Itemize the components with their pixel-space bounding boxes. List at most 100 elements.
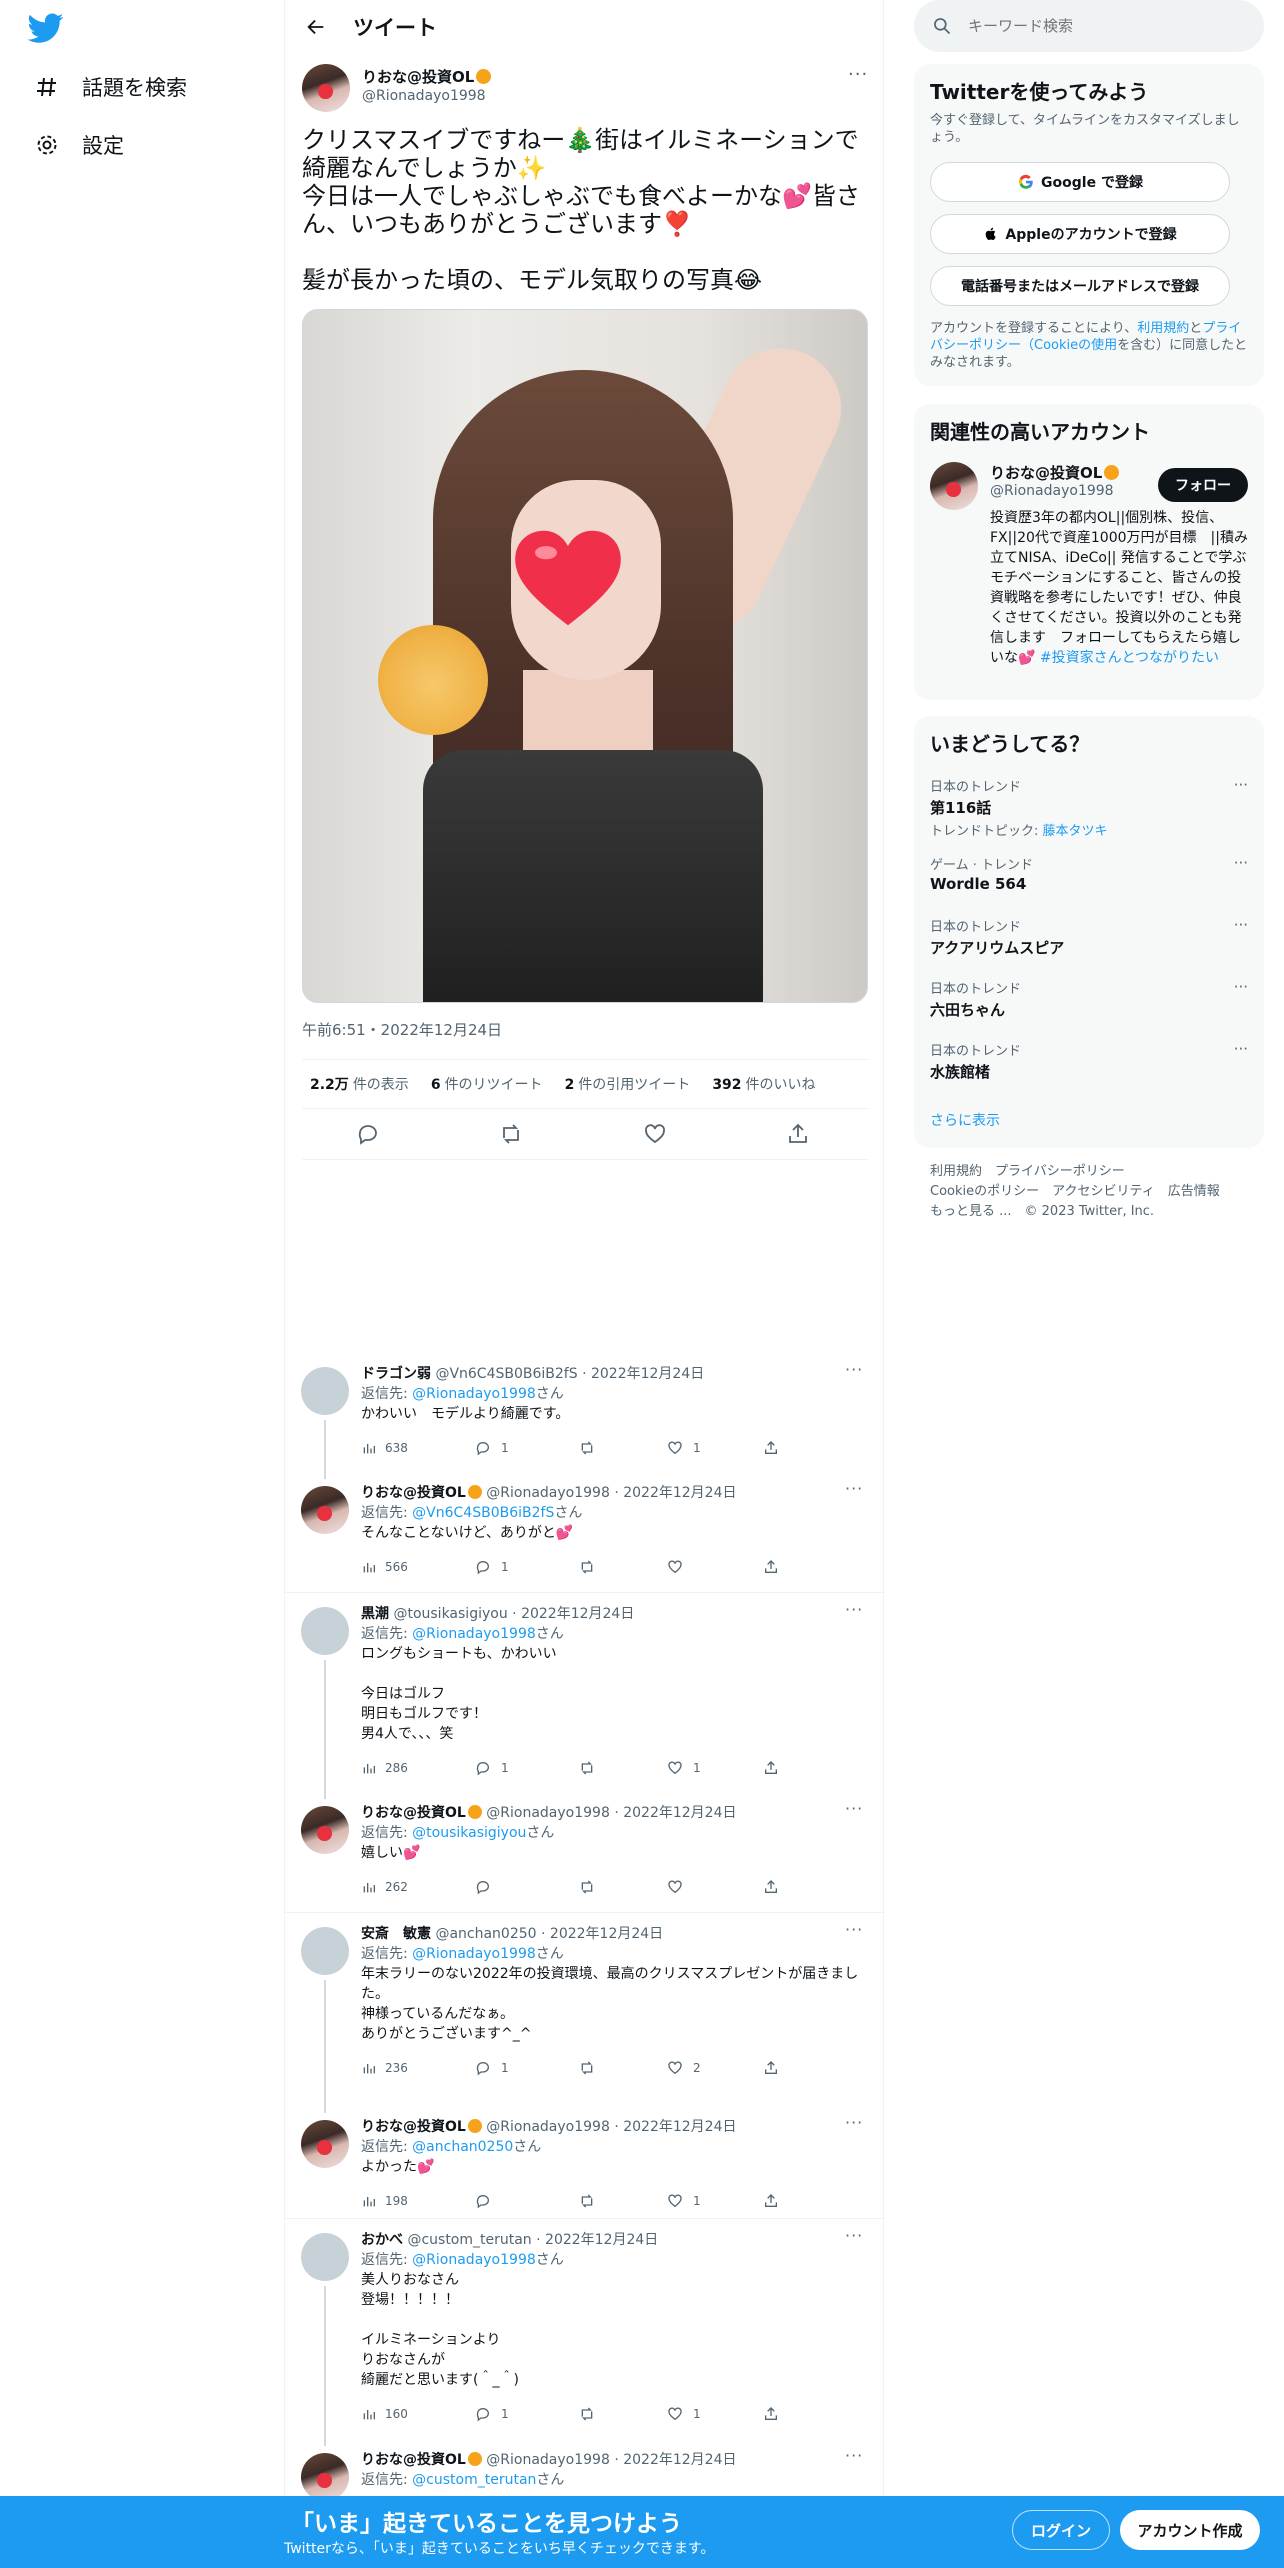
nav-explore[interactable]: 話題を検索 xyxy=(32,72,187,102)
trend-item[interactable]: 日本のトレンド アクアリウムスピア ··· xyxy=(930,916,1248,958)
twitter-logo-icon[interactable] xyxy=(27,10,70,46)
reply-icon[interactable] xyxy=(356,1122,380,1146)
more-options-icon[interactable]: ··· xyxy=(1234,1040,1248,1058)
like-action[interactable] xyxy=(667,1559,693,1575)
reply-date[interactable]: 2022年12月24日 xyxy=(545,2232,658,2248)
tweet-photo[interactable] xyxy=(302,309,868,1003)
reply-action[interactable]: 1 xyxy=(475,2060,509,2076)
more-options-icon[interactable]: ··· xyxy=(848,64,868,85)
retweet-action[interactable] xyxy=(579,2060,605,2076)
trend-item[interactable]: 日本のトレンド 水族館楮 ··· xyxy=(930,1040,1248,1082)
reply-action[interactable]: 1 xyxy=(475,1760,509,1776)
more-options-icon[interactable]: ··· xyxy=(845,2446,863,2465)
retweet-action[interactable] xyxy=(579,2406,605,2422)
reply-author-name[interactable]: りおな@投資OL xyxy=(361,2119,466,2135)
avatar[interactable] xyxy=(301,2120,349,2168)
phone-email-signup-button[interactable]: 電話番号またはメールアドレスで登録 xyxy=(930,266,1230,306)
retweet-action[interactable] xyxy=(579,1440,605,1456)
avatar[interactable] xyxy=(301,1367,349,1415)
reply-to-mention[interactable]: @custom_terutan xyxy=(412,2472,536,2488)
share-action[interactable] xyxy=(763,2193,779,2209)
reply-date[interactable]: 2022年12月24日 xyxy=(623,2119,736,2135)
reply-author-name[interactable]: りおな@投資OL xyxy=(361,2452,466,2468)
create-account-button[interactable]: アカウント作成 xyxy=(1120,2510,1260,2550)
like-action[interactable]: 1 xyxy=(667,2193,701,2209)
more-options-icon[interactable]: ··· xyxy=(845,2226,863,2245)
tweet-timestamp[interactable]: 午前6:51・2022年12月24日 xyxy=(302,1019,502,1040)
reply-author-handle[interactable]: @Rionadayo1998 xyxy=(486,1485,610,1501)
reply-to-mention[interactable]: @Rionadayo1998 xyxy=(412,1626,536,1642)
reply-author-name[interactable]: りおな@投資OL xyxy=(361,1485,466,1501)
reply-to-mention[interactable]: @anchan0250 xyxy=(412,2139,513,2155)
reply-author-handle[interactable]: @Rionadayo1998 xyxy=(486,2452,610,2468)
avatar[interactable] xyxy=(301,1927,349,1975)
avatar[interactable] xyxy=(302,64,350,112)
likes-stat[interactable]: 392 件のいいね xyxy=(708,1074,815,1094)
share-action[interactable] xyxy=(763,1760,779,1776)
reply-action[interactable]: 1 xyxy=(475,1559,509,1575)
login-button[interactable]: ログイン xyxy=(1012,2510,1110,2550)
views-action[interactable]: 160 xyxy=(361,2406,408,2422)
views-action[interactable]: 262 xyxy=(361,1879,408,1895)
show-more-link[interactable]: さらに表示 xyxy=(930,1110,1000,1130)
tweet-author[interactable]: りおな@投資OL @Rionadayo1998 xyxy=(362,66,492,104)
more-options-icon[interactable]: ··· xyxy=(845,1799,863,1818)
nav-settings[interactable]: 設定 xyxy=(32,130,124,160)
retweet-action[interactable] xyxy=(579,1879,605,1895)
retweet-icon[interactable] xyxy=(499,1122,523,1146)
more-options-icon[interactable]: ··· xyxy=(845,2113,863,2132)
like-action[interactable]: 1 xyxy=(667,1440,701,1456)
avatar[interactable] xyxy=(301,1607,349,1655)
google-signup-button[interactable]: Google で登録 xyxy=(930,162,1230,202)
trend-item[interactable]: 日本のトレンド 第116話 トレンドトピック: 藤本タツキ ··· xyxy=(930,776,1248,839)
avatar[interactable] xyxy=(301,2233,349,2281)
reply-author-name[interactable]: 黒潮 xyxy=(361,1606,389,1622)
like-action[interactable] xyxy=(667,1879,693,1895)
footer-line[interactable]: 利用規約 プライバシーポリシー xyxy=(930,1162,1220,1182)
more-options-icon[interactable]: ··· xyxy=(1234,776,1248,794)
reply-author-name[interactable]: 安斎 敏憲 xyxy=(361,1926,431,1942)
related-account[interactable]: りおな@投資OL @Rionadayo1998 xyxy=(990,462,1120,499)
reply-action[interactable] xyxy=(475,1879,501,1895)
search-box[interactable] xyxy=(914,0,1264,52)
retweet-action[interactable] xyxy=(579,1760,605,1776)
reply-date[interactable]: 2022年12月24日 xyxy=(623,2452,736,2468)
reply-date[interactable]: 2022年12月24日 xyxy=(591,1366,704,1382)
reply-author-handle[interactable]: @tousikasigiyou xyxy=(393,1606,507,1622)
reply-date[interactable]: 2022年12月24日 xyxy=(550,1926,663,1942)
hashtag-link[interactable]: #投資家さんとつながりたい xyxy=(1040,650,1219,666)
like-action[interactable]: 2 xyxy=(667,2060,701,2076)
quotes-stat[interactable]: 2 件の引用ツイート xyxy=(561,1074,691,1094)
reply-author-handle[interactable]: @Rionadayo1998 xyxy=(486,1805,610,1821)
reply-author-name[interactable]: おかべ xyxy=(361,2232,403,2248)
more-options-icon[interactable]: ··· xyxy=(1234,854,1248,872)
avatar[interactable] xyxy=(930,462,978,510)
follow-button[interactable]: フォロー xyxy=(1158,468,1248,502)
reply-to-mention[interactable]: @tousikasigiyou xyxy=(412,1825,526,1841)
like-icon[interactable] xyxy=(643,1122,667,1146)
footer-line[interactable]: Cookieのポリシー アクセシビリティ 広告情報 xyxy=(930,1182,1220,1202)
avatar[interactable] xyxy=(301,1806,349,1854)
reply-action[interactable]: 1 xyxy=(475,1440,509,1456)
like-action[interactable]: 1 xyxy=(667,1760,701,1776)
reply-action[interactable] xyxy=(475,2193,501,2209)
trend-item[interactable]: ゲーム · トレンド Wordle 564 ··· xyxy=(930,854,1248,893)
share-action[interactable] xyxy=(763,2060,779,2076)
reply-author-handle[interactable]: @Rionadayo1998 xyxy=(486,2119,610,2135)
reply-author-handle[interactable]: @anchan0250 xyxy=(435,1926,536,1942)
more-options-icon[interactable]: ··· xyxy=(845,1360,863,1379)
more-options-icon[interactable]: ··· xyxy=(845,1600,863,1619)
reply-to-mention[interactable]: @Rionadayo1998 xyxy=(412,1386,536,1402)
views-action[interactable]: 236 xyxy=(361,2060,408,2076)
retweets-stat[interactable]: 6 件のリツイート xyxy=(427,1074,543,1094)
avatar[interactable] xyxy=(301,1486,349,1534)
reply-date[interactable]: 2022年12月24日 xyxy=(623,1485,736,1501)
apple-signup-button[interactable]: Appleのアカウントで登録 xyxy=(930,214,1230,254)
trend-item[interactable]: 日本のトレンド 六田ちゃん ··· xyxy=(930,978,1248,1020)
reply-to-mention[interactable]: @Vn6C4SB0B6iB2fS xyxy=(412,1505,554,1521)
more-options-icon[interactable]: ··· xyxy=(845,1479,863,1498)
retweet-action[interactable] xyxy=(579,1559,605,1575)
trend-topic[interactable]: 藤本タツキ xyxy=(1043,824,1108,839)
more-options-icon[interactable]: ··· xyxy=(1234,916,1248,934)
reply-author-handle[interactable]: @Vn6C4SB0B6iB2fS xyxy=(435,1366,577,1382)
